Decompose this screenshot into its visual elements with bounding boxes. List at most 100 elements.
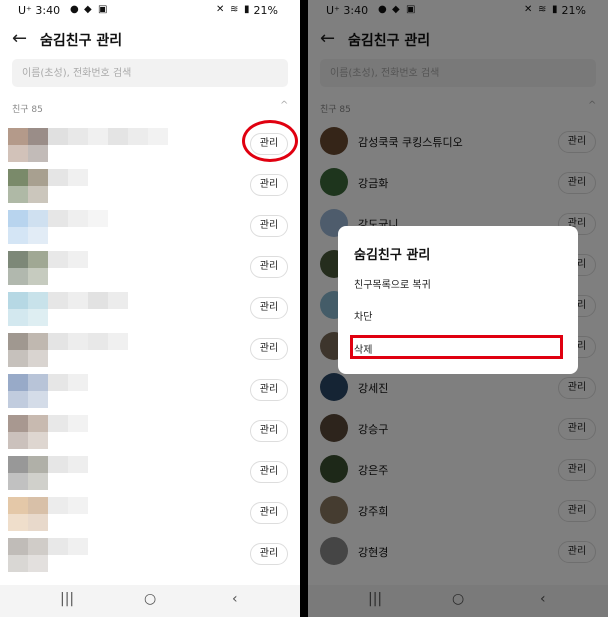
friend-row: 관리 bbox=[0, 165, 300, 205]
status-bar: U⁺ 3:40 ● ◆ ▣ ✕ ≋ ▮ 21% bbox=[0, 0, 300, 22]
pixel-block bbox=[28, 350, 48, 367]
pixel-block bbox=[68, 497, 88, 514]
pixel-block bbox=[108, 128, 128, 145]
pixel-block bbox=[28, 169, 48, 186]
pixel-block bbox=[8, 145, 28, 162]
pixel-block bbox=[28, 145, 48, 162]
pixel-block bbox=[28, 456, 48, 473]
pixel-block bbox=[68, 538, 88, 555]
pixel-block bbox=[48, 333, 68, 350]
blurred-profile bbox=[8, 251, 188, 285]
pixel-block bbox=[8, 514, 28, 531]
pixel-block bbox=[28, 374, 48, 391]
friend-row: 관리 bbox=[0, 452, 300, 492]
pixel-block bbox=[68, 128, 88, 145]
section-label: 친구 85 bbox=[12, 105, 43, 115]
battery-level: 21% bbox=[253, 4, 278, 17]
manage-button[interactable]: 관리 bbox=[250, 502, 288, 524]
blurred-profile bbox=[8, 128, 188, 162]
pixel-block bbox=[68, 210, 88, 227]
pixel-block bbox=[28, 555, 48, 572]
manage-button[interactable]: 관리 bbox=[250, 379, 288, 401]
pixel-block bbox=[48, 415, 68, 432]
search-input[interactable] bbox=[12, 59, 282, 87]
pixel-block bbox=[28, 391, 48, 408]
manage-button[interactable]: 관리 bbox=[250, 215, 288, 237]
pixel-block bbox=[28, 227, 48, 244]
pixel-block bbox=[8, 391, 28, 408]
friend-row: 관리 bbox=[0, 411, 300, 451]
friend-row: 관리 bbox=[0, 206, 300, 246]
manage-button[interactable]: 관리 bbox=[250, 543, 288, 565]
friend-row: 관리 bbox=[0, 370, 300, 410]
signal-icon: ▮ bbox=[244, 4, 250, 15]
pixel-block bbox=[48, 169, 68, 186]
page-title: 숨김친구 관리 bbox=[40, 33, 123, 49]
pixel-block bbox=[108, 333, 128, 350]
pixel-block bbox=[28, 268, 48, 285]
chevron-up-icon[interactable]: ^ bbox=[280, 100, 288, 111]
wifi-icon: ≋ bbox=[230, 4, 239, 15]
chat-icon: ◆ bbox=[84, 4, 92, 15]
pixel-block bbox=[48, 128, 68, 145]
pixel-block bbox=[68, 333, 88, 350]
pixel-block bbox=[68, 292, 88, 309]
mute-icon: ✕ bbox=[216, 4, 225, 15]
pixel-block bbox=[108, 292, 128, 309]
pixel-block bbox=[8, 186, 28, 203]
friend-row: 관리 bbox=[0, 329, 300, 369]
friend-row: 관리 bbox=[0, 534, 300, 574]
pixel-block bbox=[68, 456, 88, 473]
pixel-block bbox=[28, 497, 48, 514]
message-icon: ● bbox=[70, 4, 79, 15]
pixel-block bbox=[8, 292, 28, 309]
manage-button[interactable]: 관리 bbox=[250, 338, 288, 360]
pixel-block bbox=[148, 128, 168, 145]
blurred-profile bbox=[8, 292, 188, 326]
blurred-profile bbox=[8, 456, 188, 490]
pixel-block bbox=[28, 514, 48, 531]
pixel-block bbox=[8, 309, 28, 326]
blurred-profile bbox=[8, 169, 188, 203]
pixel-block bbox=[88, 210, 108, 227]
manage-button[interactable]: 관리 bbox=[250, 174, 288, 196]
blurred-profile bbox=[8, 415, 188, 449]
pixel-block bbox=[28, 210, 48, 227]
pixel-block bbox=[8, 432, 28, 449]
pixel-block bbox=[28, 415, 48, 432]
app-icon: ▣ bbox=[98, 4, 108, 15]
pixel-block bbox=[8, 350, 28, 367]
restore-option[interactable]: 친구목록으로 복귀 bbox=[354, 276, 431, 291]
recents-icon[interactable]: ||| bbox=[60, 591, 74, 607]
pixel-block bbox=[28, 128, 48, 145]
nav-bar: ||| ○ ‹ bbox=[0, 585, 300, 617]
pixel-block bbox=[8, 555, 28, 572]
blurred-profile bbox=[8, 333, 188, 367]
blurred-profile bbox=[8, 538, 188, 572]
home-icon[interactable]: ○ bbox=[144, 591, 156, 607]
back-icon[interactable]: ‹ bbox=[232, 591, 238, 607]
highlight-box bbox=[350, 335, 563, 359]
pixel-block bbox=[28, 186, 48, 203]
pixel-block bbox=[8, 128, 28, 145]
dialog-title: 숨김친구 관리 bbox=[354, 248, 431, 263]
block-option[interactable]: 차단 bbox=[354, 308, 372, 323]
status-time: U⁺ 3:40 bbox=[18, 4, 61, 17]
pixel-block bbox=[8, 497, 28, 514]
pixel-block bbox=[48, 374, 68, 391]
manage-button[interactable]: 관리 bbox=[250, 420, 288, 442]
manage-button[interactable]: 관리 bbox=[250, 256, 288, 278]
pixel-block bbox=[48, 210, 68, 227]
manage-button[interactable]: 관리 bbox=[250, 461, 288, 483]
pixel-block bbox=[68, 415, 88, 432]
pixel-block bbox=[28, 309, 48, 326]
pixel-block bbox=[8, 227, 28, 244]
search-box[interactable] bbox=[12, 59, 288, 87]
manage-button[interactable]: 관리 bbox=[250, 297, 288, 319]
pixel-block bbox=[48, 497, 68, 514]
back-arrow-icon[interactable]: ← bbox=[12, 28, 27, 49]
pixel-block bbox=[88, 292, 108, 309]
pixel-block bbox=[8, 374, 28, 391]
pixel-block bbox=[8, 251, 28, 268]
friend-row: 관리 bbox=[0, 493, 300, 533]
